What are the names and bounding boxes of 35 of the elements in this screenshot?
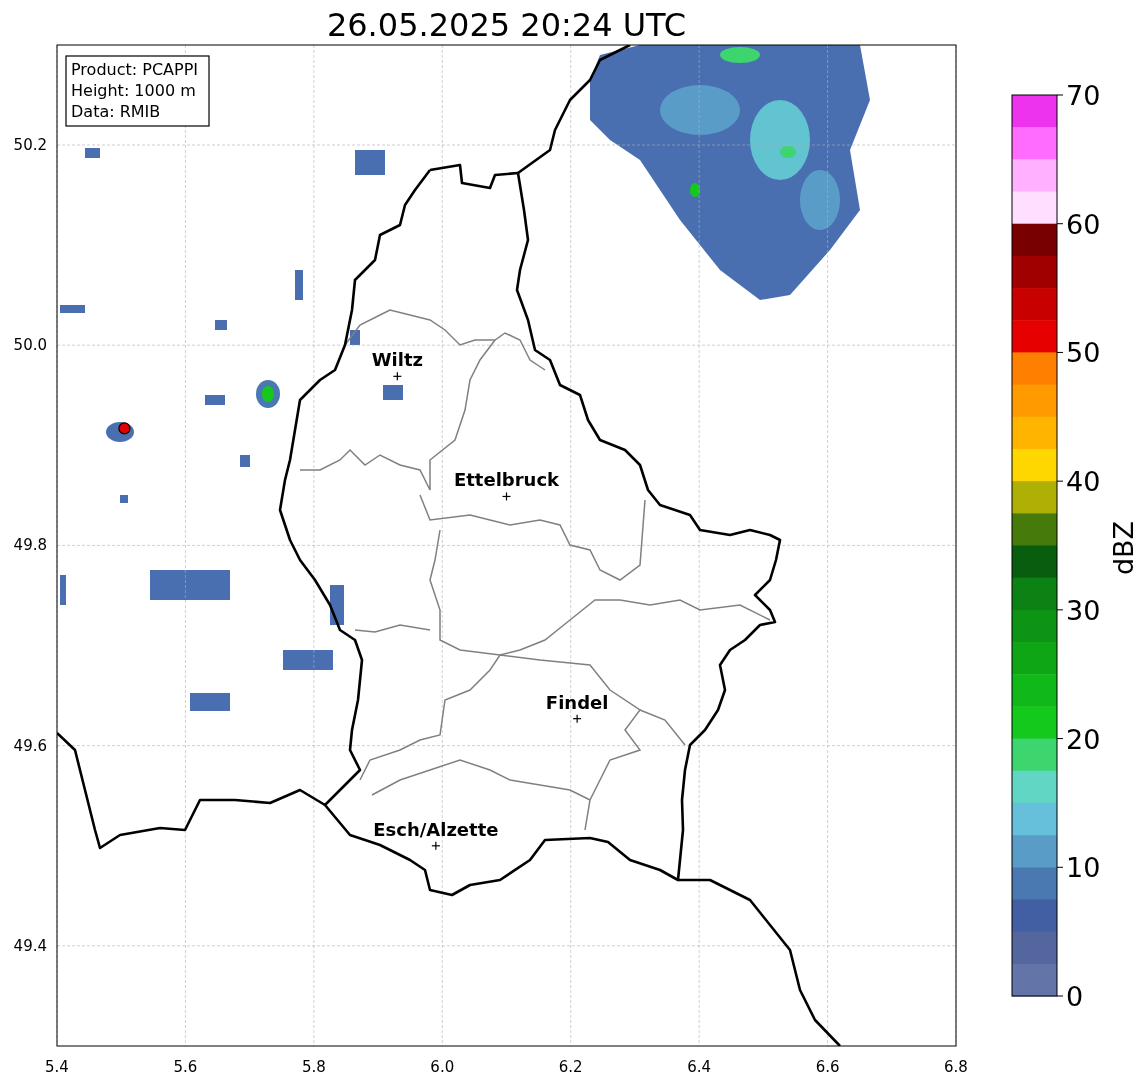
colorbar-tick-label: 20 xyxy=(1066,723,1101,755)
axis-tick-label: 6.6 xyxy=(815,1058,840,1076)
axis-tick-label: 49.8 xyxy=(13,536,47,555)
axis-tick-label: 6.8 xyxy=(944,1058,968,1076)
plus-marker-icon xyxy=(572,714,582,724)
colorbar-tick-label: 60 xyxy=(1066,208,1101,240)
colorbar-tick-label: 50 xyxy=(1066,337,1101,369)
axis-tick-label: 5.6 xyxy=(173,1058,198,1076)
axis-tick-label: 50.2 xyxy=(13,136,47,154)
plus-marker-icon xyxy=(431,841,441,851)
chart-title: 26.05.2025 20:24 UTC xyxy=(326,6,687,44)
axis-tick-label: 49.6 xyxy=(13,736,47,755)
axis-tick-label: 6.2 xyxy=(558,1058,583,1076)
plus-marker-icon xyxy=(501,491,512,502)
colorbar-tick-label: 0 xyxy=(1066,981,1084,1012)
colorbar-tick-label: 10 xyxy=(1066,852,1101,884)
radar-site-marker xyxy=(118,422,131,435)
colorbar-tick-label: 30 xyxy=(1066,594,1101,626)
city-label: Findel xyxy=(545,691,609,713)
info-text: Height: 1000 m xyxy=(71,81,196,100)
plus-marker-icon xyxy=(392,371,402,381)
colorbar-label: dBZ xyxy=(1108,520,1139,576)
city-label: Wiltz xyxy=(371,349,423,371)
axis-tick-label: 6.0 xyxy=(430,1058,455,1076)
city-label: Ettelbruck xyxy=(453,469,560,491)
axis-tick-label: 49.4 xyxy=(13,936,47,955)
city-label: Esch/Alzette xyxy=(373,818,499,840)
axis-tick-label: 5.8 xyxy=(301,1058,326,1076)
axis-tick-label: 6.4 xyxy=(687,1058,712,1076)
colorbar-tick-label: 70 xyxy=(1066,80,1101,111)
colorbar-tick-label: 40 xyxy=(1066,466,1101,498)
info-text: Product: PCAPPI xyxy=(71,60,198,79)
axis-tick-label: 50.0 xyxy=(13,336,47,355)
info-text: Data: RMIB xyxy=(71,102,161,121)
axis-tick-label: 5.4 xyxy=(45,1058,69,1076)
